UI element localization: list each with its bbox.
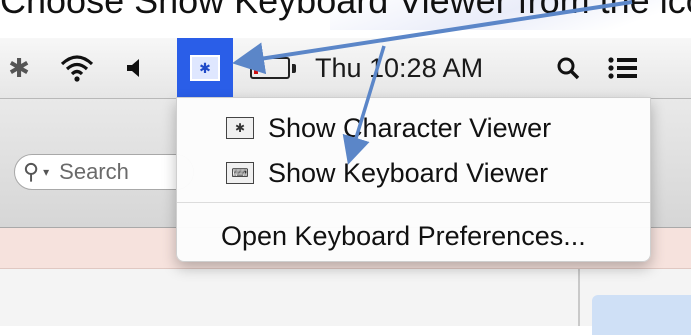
divider <box>578 269 580 326</box>
notification-list-icon[interactable] <box>600 38 646 98</box>
keyboard-viewer-icon: ⌨ <box>226 162 254 184</box>
input-menu-icon[interactable]: ✱ <box>177 38 233 98</box>
spotlight-icon[interactable] <box>548 38 588 98</box>
menu-item-show-keyboard-viewer[interactable]: ⌨ Show Keyboard Viewer <box>177 153 650 193</box>
folder-icon <box>592 295 691 335</box>
search-icon: ⚲ <box>23 159 40 184</box>
menu-item-label: Show Keyboard Viewer <box>268 157 549 188</box>
battery-shell <box>250 57 290 79</box>
character-viewer-icon: ✱ <box>226 117 254 139</box>
menu-bar: ✱ ✱ Thu 10:28 AM <box>0 38 691 99</box>
menu-item-label: Show Character Viewer <box>268 112 552 143</box>
caption-text: Choose Show Keyboard Viewer from the ico… <box>0 0 691 22</box>
input-menu-dropdown: ✱ Show Character Viewer ⌨ Show Keyboard … <box>176 97 651 262</box>
battery-icon[interactable] <box>244 38 302 98</box>
battery-tip <box>292 63 296 73</box>
character-viewer-icon: ✱ <box>190 55 220 81</box>
caption-main-text: Choose Show Keyboard Viewer from the ico… <box>0 0 691 21</box>
search-input[interactable]: ⚲ ▾ Search <box>14 154 194 190</box>
window-content <box>0 269 691 326</box>
menu-separator <box>177 202 650 203</box>
battery-level <box>254 62 258 74</box>
volume-icon[interactable] <box>116 38 152 98</box>
clock[interactable]: Thu 10:28 AM <box>315 38 525 98</box>
search-placeholder: Search <box>59 159 129 184</box>
menu-item-label: Open Keyboard Preferences... <box>221 220 586 251</box>
chevron-down-icon: ▾ <box>43 165 50 179</box>
menu-item-show-character-viewer[interactable]: ✱ Show Character Viewer <box>177 108 650 148</box>
wifi-icon[interactable] <box>52 38 102 98</box>
menu-item-open-keyboard-preferences[interactable]: Open Keyboard Preferences... <box>177 216 650 256</box>
bluetooth-icon[interactable]: ✱ <box>6 38 32 98</box>
caption-strip: Choose Show Keyboard Viewer from the ico… <box>0 0 691 30</box>
